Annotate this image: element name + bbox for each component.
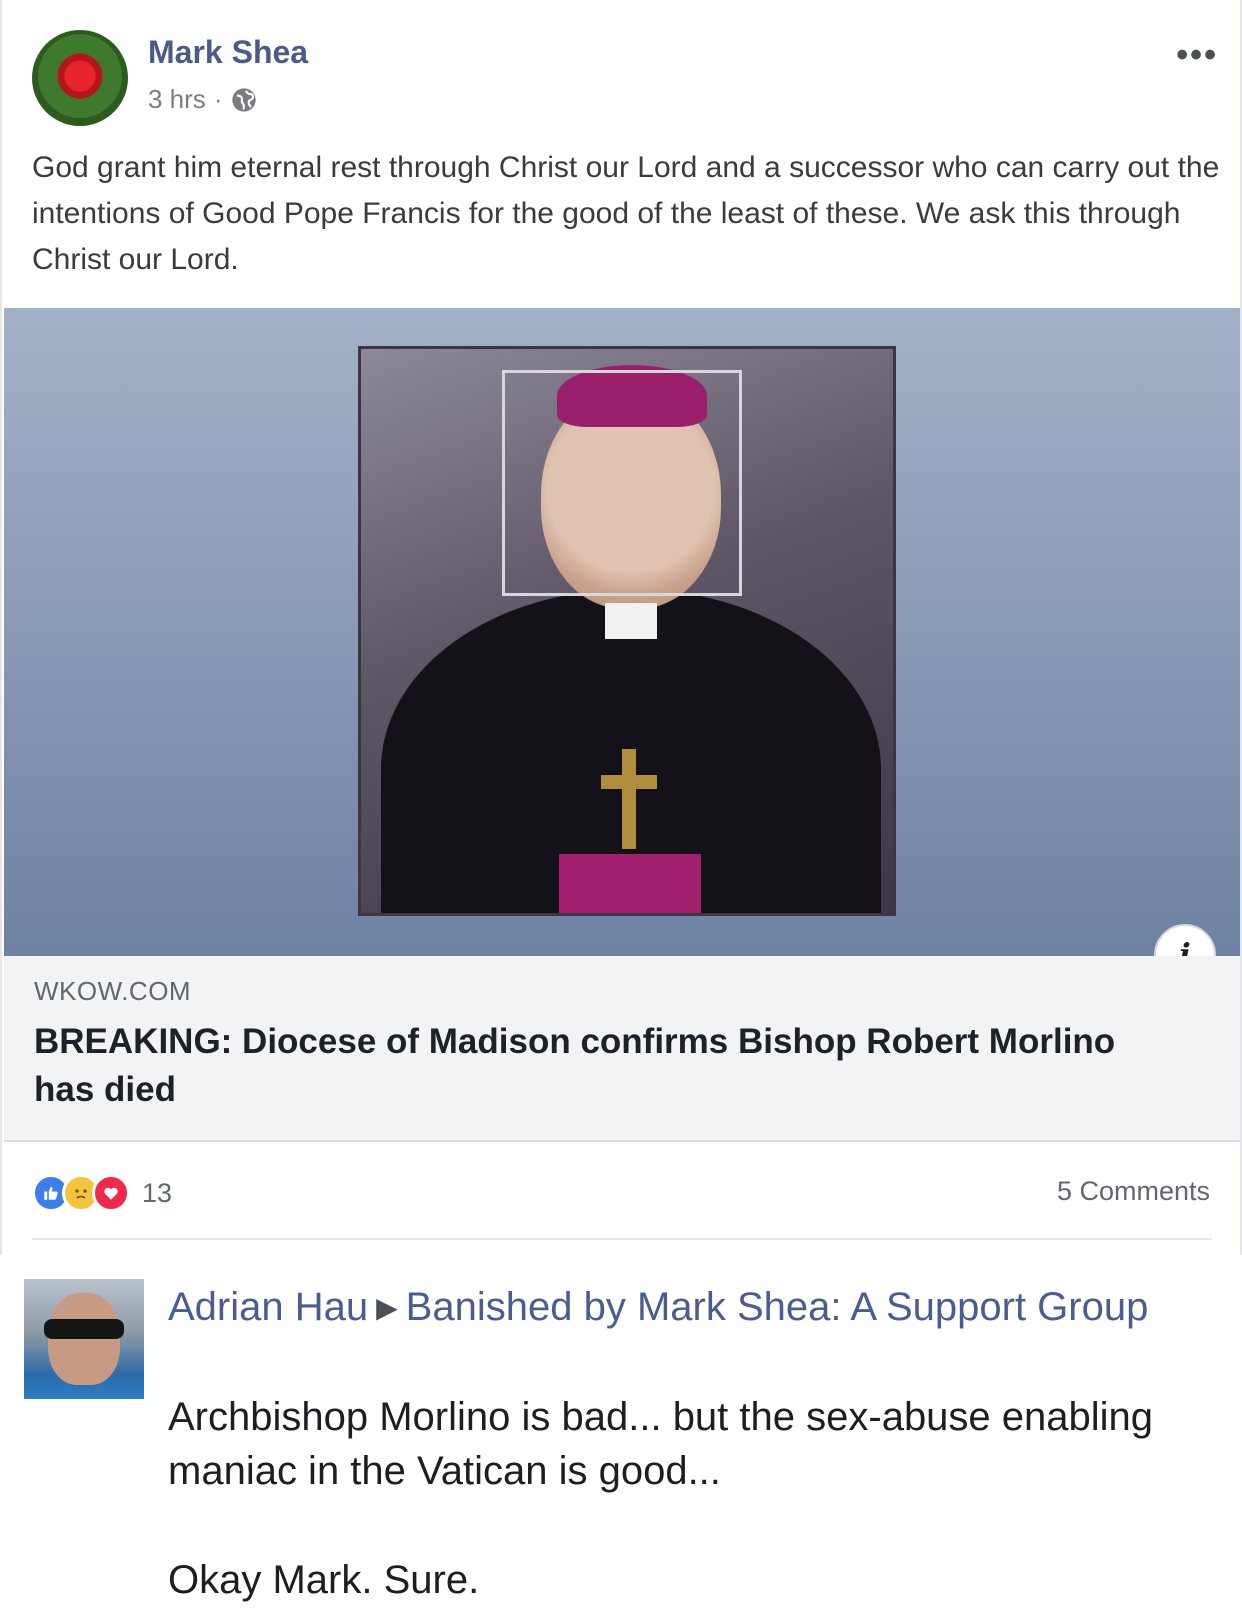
link-headline[interactable]: BREAKING: Diocese of Madison confirms Bi… xyxy=(34,1018,1134,1114)
meta-separator: · xyxy=(213,84,223,114)
link-domain: WKOW.COM xyxy=(34,976,192,1006)
comment-header: Adrian Hau ▶ Banished by Mark Shea: A Supp… xyxy=(168,1280,1208,1335)
divider xyxy=(32,1238,1212,1240)
post-card: Mark Shea 3 hrs · ••• God grant him eter… xyxy=(0,0,1242,1255)
face-tag-box[interactable] xyxy=(502,370,742,596)
commenter-face-shape xyxy=(48,1293,120,1385)
love-icon xyxy=(92,1174,130,1212)
sash-shape xyxy=(559,854,701,913)
reactions-summary[interactable]: 13 xyxy=(32,1174,172,1212)
post-text: God grant him eternal rest through Chris… xyxy=(32,151,1220,276)
globe-icon xyxy=(232,87,257,112)
sunglasses-shape xyxy=(44,1319,124,1339)
link-preview[interactable]: WKOW.COM BREAKING: Diocese of Madison co… xyxy=(4,956,1240,1142)
post-time[interactable]: 3 hrs xyxy=(148,84,206,115)
arrow-right-icon: ▶ xyxy=(376,1292,398,1323)
collar-shape xyxy=(605,603,657,639)
comment-text-line2: Okay Mark. Sure. xyxy=(168,1558,480,1602)
group-name[interactable]: Banished by Mark Shea: A Support Group xyxy=(406,1285,1149,1329)
post-author[interactable]: Mark Shea xyxy=(148,34,308,71)
post-meta: 3 hrs · xyxy=(148,84,258,115)
link-image[interactable] xyxy=(4,308,1240,956)
comment-text: Archbishop Morlino is bad... but the sex… xyxy=(168,1395,1154,1493)
pectoral-cross-shape xyxy=(601,749,657,849)
more-options-button[interactable]: ••• xyxy=(1176,36,1218,75)
commenter-avatar[interactable] xyxy=(24,1279,144,1399)
reaction-count: 13 xyxy=(142,1177,173,1208)
author-avatar[interactable] xyxy=(32,30,128,126)
comments-count-link[interactable]: 5 Comments xyxy=(1057,1176,1210,1207)
commenter-name[interactable]: Adrian Hau xyxy=(168,1285,368,1329)
